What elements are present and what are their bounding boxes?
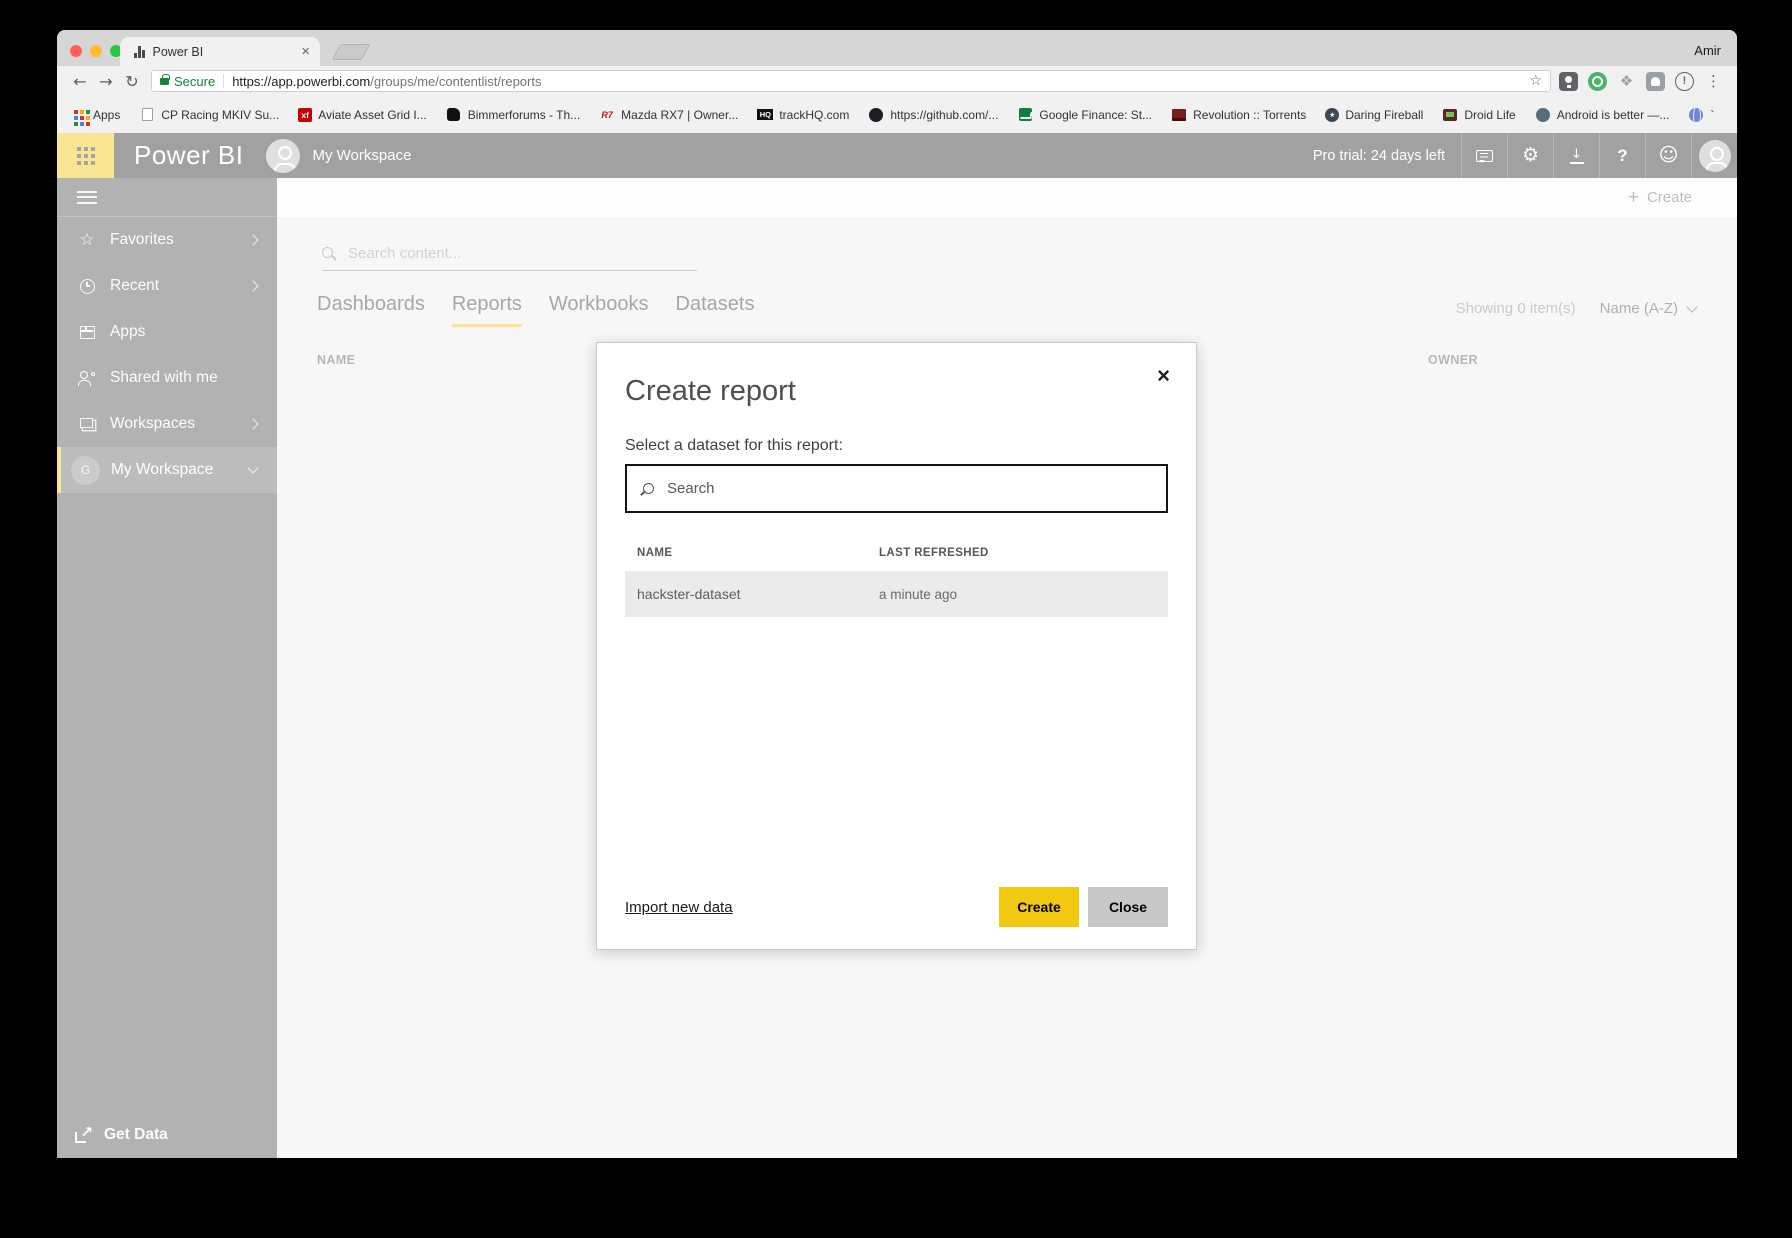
dataset-search-input[interactable] xyxy=(667,480,1152,497)
forward-button[interactable]: → xyxy=(93,72,119,91)
bookmarks-bar: Apps CP Racing MKIV Su... xf Aviate Asset… xyxy=(57,96,1737,133)
screen: Power BI × Amir ← → ↻ Secure https://app… xyxy=(0,0,1792,1238)
close-window-button[interactable] xyxy=(70,45,82,57)
url-divider xyxy=(223,74,225,88)
lightbulb-extension-icon[interactable] xyxy=(1559,71,1578,91)
address-bar[interactable]: Secure https://app.powerbi.com /groups/m… xyxy=(151,70,1551,92)
search-icon xyxy=(641,481,656,496)
browser-menu-icon[interactable]: ⋮ xyxy=(1700,72,1727,90)
xf-favicon-icon: xf xyxy=(298,107,313,122)
close-button[interactable]: Close xyxy=(1088,887,1168,927)
dataset-last-refreshed: a minute ago xyxy=(879,586,958,602)
dataset-row[interactable]: hackster-dataset a minute ago xyxy=(625,571,1168,617)
apps-grid-icon xyxy=(71,107,87,123)
pushbullet-extension-icon[interactable] xyxy=(1588,71,1607,91)
bookmark-item[interactable]: Google Finance: St... xyxy=(1017,107,1152,123)
powerbi-app: Power BI My Workspace Pro trial: 24 days… xyxy=(57,133,1737,1158)
bookmark-item[interactable]: xf Aviate Asset Grid I... xyxy=(298,107,427,122)
droid-life-favicon-icon xyxy=(1442,107,1458,123)
page-favicon-icon xyxy=(139,107,155,123)
reload-button[interactable]: ↻ xyxy=(119,72,145,91)
url-path: /groups/me/contentlist/reports xyxy=(370,73,542,89)
bookmark-item[interactable]: ★ Daring Fireball xyxy=(1325,107,1423,122)
bookmark-item[interactable]: ` xyxy=(1688,107,1714,123)
bookmark-item[interactable]: https://github.com/... xyxy=(868,107,998,123)
new-tab-button[interactable] xyxy=(331,44,371,60)
bookmark-item[interactable]: HQ trackHQ.com xyxy=(757,108,849,122)
tab-strip: Power BI × Amir xyxy=(57,30,1737,66)
bookmark-item[interactable]: Bimmerforums - Th... xyxy=(446,107,580,123)
browser-window: Power BI × Amir ← → ↻ Secure https://app… xyxy=(57,30,1737,1158)
info-extension-icon[interactable]: ! xyxy=(1675,71,1694,91)
powerbi-favicon-icon xyxy=(134,45,145,58)
revolution-favicon-icon xyxy=(1171,107,1187,123)
dataset-search-box[interactable] xyxy=(625,464,1168,513)
globe-favicon-icon xyxy=(1688,107,1704,123)
bimmerforums-favicon-icon xyxy=(446,107,462,123)
extension-icons: ❖ ! xyxy=(1559,71,1694,91)
android-favicon-icon xyxy=(1535,107,1551,123)
bookmark-star-icon[interactable]: ☆ xyxy=(1529,73,1542,89)
dropbox-extension-icon[interactable]: ❖ xyxy=(1617,72,1636,91)
github-favicon-icon xyxy=(868,107,884,123)
create-button[interactable]: Create xyxy=(999,887,1079,927)
dataset-column-headers: NAME LAST REFRESHED xyxy=(625,547,1168,559)
dataset-name: hackster-dataset xyxy=(637,586,741,602)
minimize-window-button[interactable] xyxy=(90,45,102,57)
tab-title: Power BI xyxy=(152,44,204,59)
bookmark-item[interactable]: Android is better —... xyxy=(1535,107,1669,123)
dialog-title: Create report xyxy=(625,375,796,407)
browser-profile-name[interactable]: Amir xyxy=(1694,43,1737,66)
dialog-close-icon[interactable]: × xyxy=(1157,365,1170,387)
create-report-dialog: × Create report Select a dataset for thi… xyxy=(596,342,1197,950)
url-host: https://app.powerbi.com xyxy=(232,73,371,89)
browser-toolbar: ← → ↻ Secure https://app.powerbi.com /gr… xyxy=(57,66,1737,96)
import-new-data-link[interactable]: Import new data xyxy=(625,899,733,916)
bookmark-item[interactable]: CP Racing MKIV Su... xyxy=(139,107,279,123)
column-header-last-refreshed: LAST REFRESHED xyxy=(879,547,989,559)
secure-lock-icon xyxy=(160,73,170,85)
bookmark-item[interactable]: Droid Life xyxy=(1442,107,1516,123)
rx7-favicon-icon: R7 xyxy=(601,109,613,120)
google-finance-favicon-icon xyxy=(1017,107,1033,123)
browser-tab[interactable]: Power BI × xyxy=(120,37,320,66)
daring-fireball-favicon-icon: ★ xyxy=(1325,107,1340,122)
ghostery-extension-icon[interactable] xyxy=(1646,71,1665,91)
back-button[interactable]: ← xyxy=(67,72,93,91)
window-controls xyxy=(70,45,122,57)
bookmark-item[interactable]: Revolution :: Torrents xyxy=(1171,107,1306,123)
bookmark-item[interactable]: R7 Mazda RX7 | Owner... xyxy=(599,107,738,123)
dialog-footer: Import new data Create Close xyxy=(625,887,1168,927)
trackhq-favicon-icon: HQ xyxy=(757,109,774,120)
select-dataset-label: Select a dataset for this report: xyxy=(625,437,843,454)
secure-label: Secure xyxy=(174,73,216,89)
bookmark-apps[interactable]: Apps xyxy=(71,107,120,123)
column-header-name: NAME xyxy=(637,547,673,559)
tab-close-icon[interactable]: × xyxy=(301,44,310,59)
